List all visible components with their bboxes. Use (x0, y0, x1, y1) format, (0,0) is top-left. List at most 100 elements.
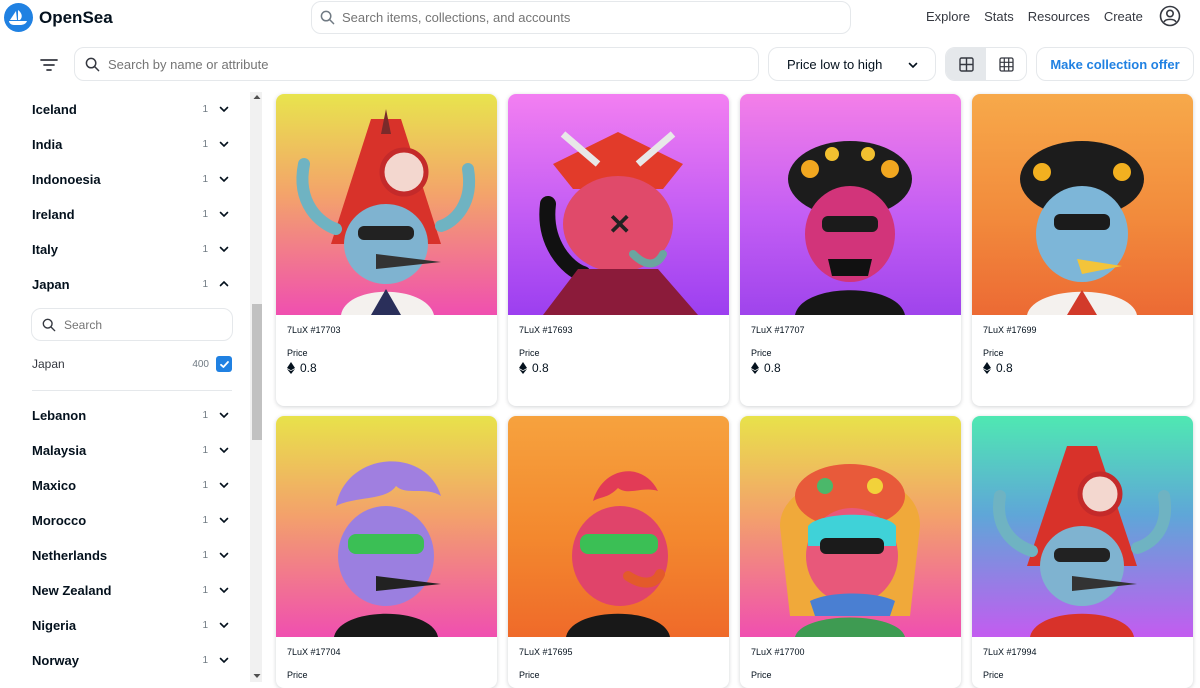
filter-toggle-button[interactable] (38, 54, 60, 76)
filter-lines-icon (40, 59, 58, 71)
small-grid-icon (998, 56, 1014, 72)
sidebar-scrollbar-thumb[interactable] (252, 304, 262, 440)
nft-price: 0.8 (519, 361, 549, 375)
filter-group-count: 1 (202, 514, 208, 526)
filter-group-count: 1 (202, 278, 208, 290)
nft-card[interactable]: ✕ 7LuX #17693 Price 0.8 (508, 94, 729, 406)
filter-group-count: 1 (202, 138, 208, 150)
sort-dropdown[interactable]: Price low to high (768, 47, 936, 81)
price-label: Price (751, 670, 772, 680)
artwork-image (788, 141, 912, 315)
filter-group-netherlands[interactable]: Netherlands 1 (32, 545, 230, 565)
filter-group-label: Italy (32, 241, 59, 257)
small-grid-view-button[interactable] (986, 48, 1026, 80)
nft-card[interactable]: 7LuX #17704 Price (276, 416, 497, 688)
nft-card[interactable]: 7LuX #17994 Price (972, 416, 1193, 688)
japan-value-search-input[interactable] (64, 317, 214, 332)
nft-artwork[interactable] (740, 416, 961, 637)
sort-value: Price low to high (787, 56, 883, 72)
attribute-search-bar[interactable] (74, 47, 759, 81)
nft-card[interactable]: 7LuX #17703 Price 0.8 (276, 94, 497, 406)
chevron-down-icon (219, 587, 229, 594)
price-label: Price (983, 670, 1004, 680)
global-search-input[interactable] (342, 10, 812, 25)
large-grid-icon (958, 56, 974, 72)
nft-artwork[interactable] (508, 416, 729, 637)
filter-group-morocco[interactable]: Morocco 1 (32, 510, 230, 530)
filter-group-maxico[interactable]: Maxico 1 (32, 475, 230, 495)
nft-card[interactable]: 7LuX #17700 Price (740, 416, 961, 688)
artwork-image: ✕ (539, 131, 698, 315)
filter-group-india[interactable]: India 1 (32, 134, 230, 154)
filter-group-norway[interactable]: Norway 1 (32, 650, 230, 670)
search-icon (42, 318, 56, 331)
chevron-down-icon (219, 106, 229, 113)
nft-name: 7LuX #17707 (751, 325, 805, 335)
nft-card[interactable]: 7LuX #17695 Price (508, 416, 729, 688)
nft-artwork[interactable] (276, 416, 497, 637)
price-value: 0.8 (764, 361, 781, 375)
eth-icon (983, 362, 991, 374)
nft-artwork[interactable] (972, 416, 1193, 637)
nft-name: 7LuX #17695 (519, 647, 573, 657)
large-grid-view-button[interactable] (946, 48, 986, 80)
nft-name: 7LuX #17704 (287, 647, 341, 657)
filter-group-lebanon[interactable]: Lebanon 1 (32, 405, 230, 425)
japan-option[interactable]: Japan 400 (32, 354, 232, 374)
filter-group-iceland[interactable]: Iceland 1 (32, 99, 230, 119)
japan-checkbox[interactable] (216, 356, 232, 372)
nft-card[interactable]: 7LuX #17707 Price 0.8 (740, 94, 961, 406)
nft-artwork[interactable] (972, 94, 1193, 315)
chevron-down-icon (219, 412, 229, 419)
nft-name: 7LuX #17703 (287, 325, 341, 335)
artwork-image (1020, 141, 1144, 315)
nft-card[interactable]: 7LuX #17699 Price 0.8 (972, 94, 1193, 406)
option-count: 400 (192, 358, 209, 370)
opensea-logo[interactable]: OpenSea (4, 3, 113, 32)
scroll-up-arrow-icon[interactable] (252, 93, 262, 101)
nft-artwork[interactable] (740, 94, 961, 315)
nft-artwork[interactable] (276, 94, 497, 315)
nft-price: 0.8 (751, 361, 781, 375)
nav-stats[interactable]: Stats (984, 9, 1014, 24)
filter-group-label: Japan (32, 276, 70, 292)
filter-group-indonoesia[interactable]: Indonoesia 1 (32, 169, 230, 189)
filter-group-count: 1 (202, 243, 208, 255)
chevron-down-icon (908, 62, 918, 69)
filter-group-label: New Zealand (32, 582, 112, 598)
nav-create[interactable]: Create (1104, 9, 1143, 24)
filter-group-italy[interactable]: Italy 1 (32, 239, 230, 259)
filter-group-new-zealand[interactable]: New Zealand 1 (32, 580, 230, 600)
nft-artwork[interactable]: ✕ (508, 94, 729, 315)
filter-sidebar: Iceland 1 India 1 Indonoesia 1 Ireland 1… (0, 92, 262, 682)
filter-group-label: Nigeria (32, 617, 77, 633)
nft-name: 7LuX #17700 (751, 647, 805, 657)
artwork-image (334, 461, 441, 637)
account-icon[interactable] (1159, 5, 1181, 32)
nav-explore[interactable]: Explore (926, 9, 970, 24)
price-label: Price (751, 348, 772, 358)
price-value: 0.8 (532, 361, 549, 375)
scroll-down-arrow-icon[interactable] (252, 672, 262, 680)
eth-icon (519, 362, 527, 374)
attribute-search-input[interactable] (108, 56, 728, 72)
view-mode-toggle (945, 47, 1027, 81)
divider (32, 390, 232, 391)
filter-group-japan[interactable]: Japan 1 (32, 274, 230, 294)
filter-group-ireland[interactable]: Ireland 1 (32, 204, 230, 224)
nav-resources[interactable]: Resources (1028, 9, 1090, 24)
price-label: Price (983, 348, 1004, 358)
filter-group-nigeria[interactable]: Nigeria 1 (32, 615, 230, 635)
price-label: Price (287, 348, 308, 358)
filter-group-count: 1 (202, 103, 208, 115)
nft-name: 7LuX #17699 (983, 325, 1037, 335)
global-search-bar[interactable] (311, 1, 851, 34)
filter-group-malaysia[interactable]: Malaysia 1 (32, 440, 230, 460)
make-collection-offer-button[interactable]: Make collection offer (1036, 47, 1194, 81)
chevron-down-icon (219, 176, 229, 183)
filter-group-label: Malaysia (32, 442, 87, 458)
filter-group-count: 1 (202, 208, 208, 220)
japan-value-search[interactable] (31, 308, 233, 341)
filter-group-label: Netherlands (32, 547, 108, 563)
price-value: 0.8 (300, 361, 317, 375)
